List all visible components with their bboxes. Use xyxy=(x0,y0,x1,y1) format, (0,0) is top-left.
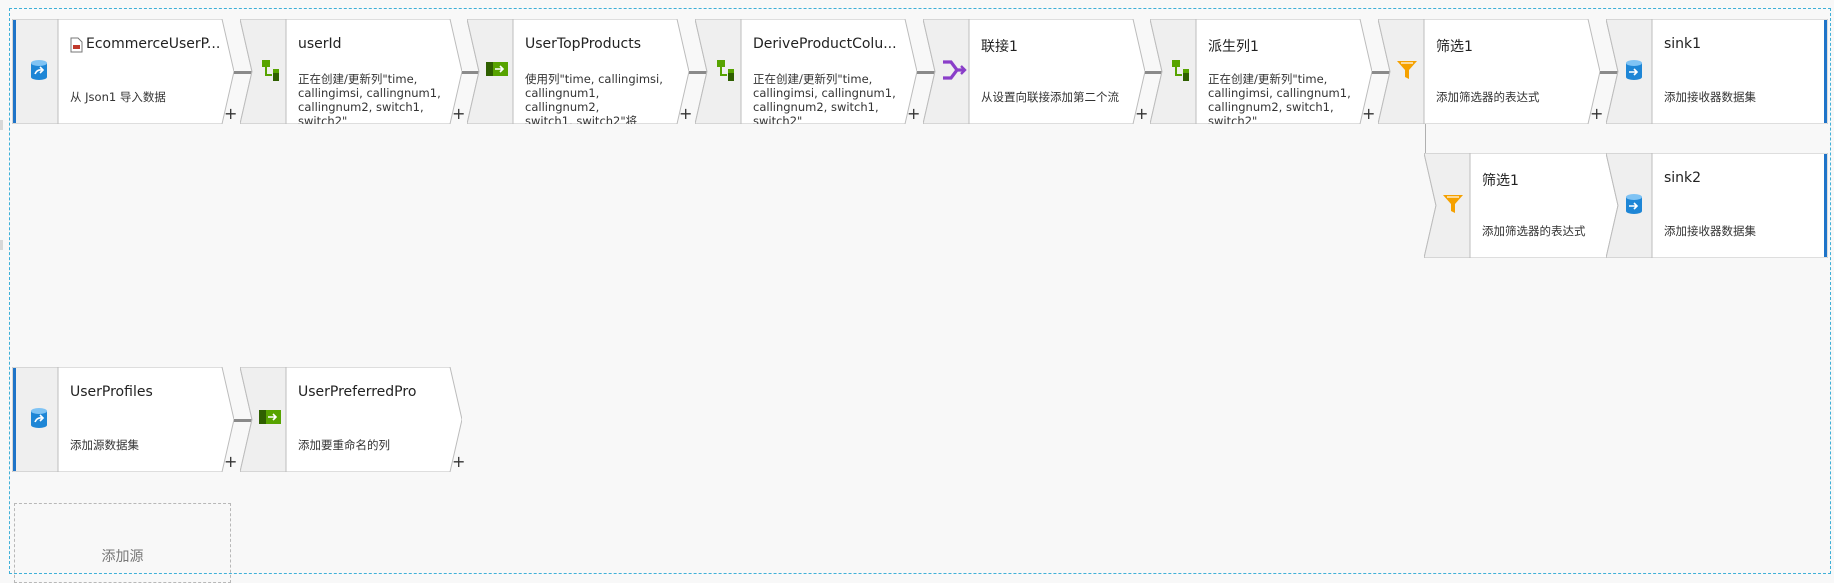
add-source-label: 添加源 xyxy=(101,549,144,565)
flow-node-select[interactable]: UserPreferredPro 添加要重命名的列 + xyxy=(240,367,465,472)
flow-node-source-database[interactable]: UserProfiles 添加源数据集 + xyxy=(12,367,237,472)
node-description: 添加接收器数据集 xyxy=(1664,224,1814,240)
derived-column-icon xyxy=(258,59,282,83)
node-description-line: 从 Json1 导入数据 xyxy=(70,90,166,104)
join-icon xyxy=(941,59,967,83)
node-title: UserPreferredPro xyxy=(298,384,417,400)
node-description-line: callingimsi, callingnum1, xyxy=(1208,86,1351,100)
node-description-line: 添加接收器数据集 xyxy=(1664,224,1756,238)
node-description: 正在创建/更新列"time, callingimsi, callingnum1, c… xyxy=(1208,72,1358,124)
node-title: UserProfiles xyxy=(70,384,153,400)
filter-funnel-icon xyxy=(1442,193,1466,217)
flow-node-derived-column[interactable]: DeriveProductColu... 正在创建/更新列"time, callin… xyxy=(695,19,920,124)
flow-node-select[interactable]: UserTopProducts 使用列"time, callingimsi, cal… xyxy=(467,19,692,124)
node-description-line: 从设置向联接添加第二个流 xyxy=(981,90,1119,104)
node-description: 添加要重命名的列 xyxy=(298,438,448,454)
sink-database-icon xyxy=(1624,193,1648,217)
add-transform-plus-button[interactable]: + xyxy=(1135,106,1148,122)
node-description-line: 正在创建/更新列"time, xyxy=(298,72,418,86)
add-transform-plus-button[interactable]: + xyxy=(1590,106,1603,122)
node-title: 筛选1 xyxy=(1436,39,1473,55)
node-description: 添加源数据集 xyxy=(70,438,220,454)
flow-node-filter-funnel[interactable]: 筛选1 添加筛选器的表达式 + xyxy=(1378,19,1603,124)
node-title: 派生列1 xyxy=(1208,39,1259,55)
flow-node-join[interactable]: 联接1 从设置向联接添加第二个流 + xyxy=(923,19,1148,124)
node-title: EcommerceUserP... xyxy=(86,36,220,52)
node-description-line: callingimsi, callingnum1, xyxy=(753,86,896,100)
node-description-line: 使用列"time, callingimsi, xyxy=(525,72,663,86)
node-description-line: switch1, switch2"将 userId xyxy=(525,114,638,124)
add-transform-plus-button[interactable]: + xyxy=(907,106,920,122)
node-title: sink2 xyxy=(1664,170,1702,186)
node-description: 添加接收器数据集 xyxy=(1664,90,1814,106)
node-description-line: switch2" xyxy=(753,114,803,124)
json-file-icon xyxy=(70,37,83,53)
node-description-line: 添加源数据集 xyxy=(70,438,139,452)
node-description-line: callingnum2, switch1, xyxy=(753,100,879,114)
node-title: userId xyxy=(298,36,342,52)
node-description: 从设置向联接添加第二个流 xyxy=(981,90,1131,106)
node-title: DeriveProductColu... xyxy=(753,36,897,52)
node-description-line: switch2" xyxy=(1208,114,1258,124)
add-source-button[interactable]: 添加源 xyxy=(14,503,231,583)
add-transform-plus-button[interactable]: + xyxy=(1362,106,1375,122)
node-title: sink1 xyxy=(1664,36,1702,52)
add-transform-plus-button[interactable]: + xyxy=(224,106,237,122)
node-title: UserTopProducts xyxy=(525,36,641,52)
select-icon xyxy=(485,59,509,83)
node-description-line: callingimsi, callingnum1, xyxy=(298,86,441,100)
node-description-line: 正在创建/更新列"time, xyxy=(1208,72,1328,86)
node-description: 正在创建/更新列"time, callingimsi, callingnum1, c… xyxy=(298,72,448,124)
source-database-icon xyxy=(29,407,53,431)
node-description: 从 Json1 导入数据 xyxy=(70,90,220,106)
derived-column-icon xyxy=(1168,59,1192,83)
branch-connector xyxy=(1425,124,1426,153)
node-description-line: 正在创建/更新列"time, xyxy=(753,72,873,86)
flow-node-derived-column[interactable]: 派生列1 正在创建/更新列"time, callingimsi, callingnu… xyxy=(1150,19,1375,124)
flow-node-derived-column[interactable]: userId 正在创建/更新列"time, callingimsi, calling… xyxy=(240,19,465,124)
select-icon xyxy=(258,407,282,431)
source-database-icon xyxy=(29,59,53,83)
data-flow-canvas[interactable]: EcommerceUserP... 从 Json1 导入数据 + userId 正在创… xyxy=(0,0,1834,583)
derived-column-icon xyxy=(713,59,737,83)
node-description: 使用列"time, callingimsi, callingnum1, calli… xyxy=(525,72,675,124)
flow-node-sink-database[interactable]: sink1 添加接收器数据集 xyxy=(1606,19,1828,124)
flow-node-source-database[interactable]: EcommerceUserP... 从 Json1 导入数据 + xyxy=(12,19,237,124)
node-description-line: callingnum2, switch1, xyxy=(1208,100,1334,114)
node-description-line: 添加接收器数据集 xyxy=(1664,90,1756,104)
node-description-line: callingnum1, callingnum2, xyxy=(525,86,600,114)
node-description-line: 添加要重命名的列 xyxy=(298,438,390,452)
node-description-line: 添加筛选器的表达式 xyxy=(1436,90,1540,104)
canvas-left-ruler xyxy=(0,0,3,578)
node-description-line: callingnum2, switch1, xyxy=(298,100,424,114)
add-transform-plus-button[interactable]: + xyxy=(679,106,692,122)
add-transform-plus-button[interactable]: + xyxy=(224,454,237,470)
node-description: 正在创建/更新列"time, callingimsi, callingnum1, c… xyxy=(753,72,903,124)
add-transform-plus-button[interactable]: + xyxy=(452,454,465,470)
filter-funnel-icon xyxy=(1396,59,1420,83)
node-title: 联接1 xyxy=(981,39,1018,55)
flow-node-sink-database[interactable]: sink2 添加接收器数据集 xyxy=(1606,153,1828,258)
node-description: 添加筛选器的表达式 xyxy=(1436,90,1586,106)
add-transform-plus-button[interactable]: + xyxy=(452,106,465,122)
node-description-line: switch2" xyxy=(298,114,348,124)
sink-database-icon xyxy=(1624,59,1648,83)
